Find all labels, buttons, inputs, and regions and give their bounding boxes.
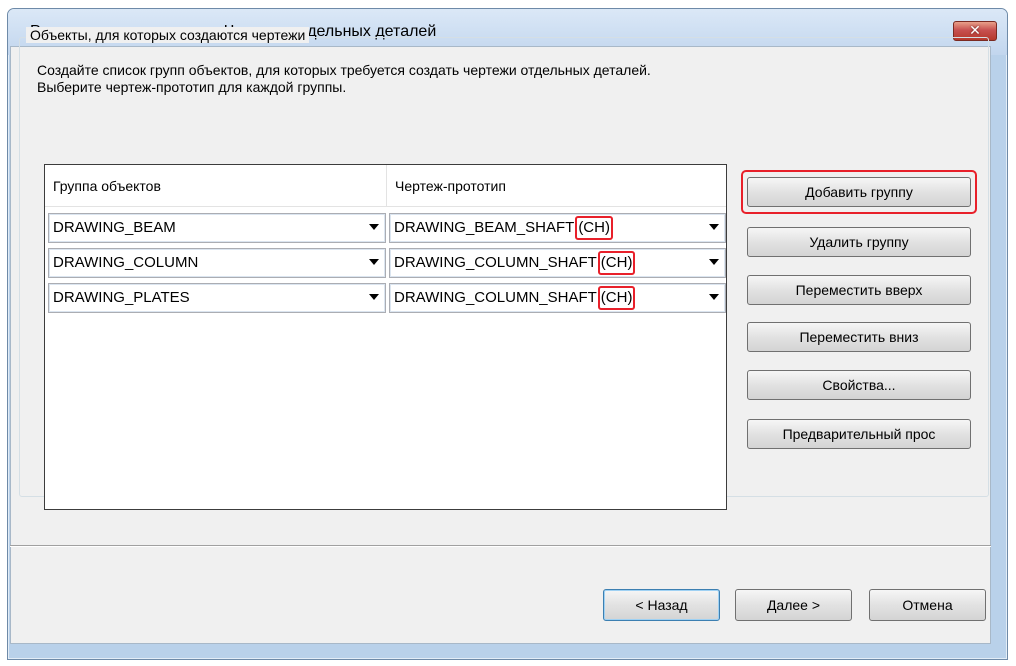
move-down-button[interactable]: Переместить вниз bbox=[747, 322, 971, 352]
grid-header: Группа объектов Чертеж-прототип bbox=[45, 165, 726, 207]
ch-suffix-highlight: (CH) bbox=[597, 286, 636, 310]
group-select[interactable]: DRAWING_PLATES bbox=[48, 283, 386, 313]
prototype-select[interactable]: DRAWING_COLUMN_SHAFT (CH) bbox=[389, 283, 726, 313]
description-line-2: Выберите чертеж-прототип для каждой груп… bbox=[37, 79, 347, 95]
move-up-button[interactable]: Переместить вверх bbox=[747, 275, 971, 305]
chevron-down-icon[interactable] bbox=[369, 224, 379, 230]
chevron-down-icon[interactable] bbox=[709, 259, 719, 265]
prototype-name: DRAWING_COLUMN_SHAFT bbox=[394, 289, 597, 306]
chevron-down-icon[interactable] bbox=[369, 294, 379, 300]
groups-grid: Группа объектов Чертеж-прототип DRAWING_… bbox=[44, 164, 727, 510]
prototype-name: DRAWING_COLUMN_SHAFT bbox=[394, 254, 597, 271]
chevron-down-icon[interactable] bbox=[369, 259, 379, 265]
chevron-down-icon[interactable] bbox=[709, 224, 719, 230]
prototype-select-value: DRAWING_COLUMN_SHAFT (CH) bbox=[394, 249, 636, 277]
close-icon: ✕ bbox=[969, 23, 981, 39]
prototype-name: DRAWING_BEAM_SHAFT bbox=[394, 219, 575, 236]
add-group-button[interactable]: Добавить группу bbox=[747, 177, 971, 207]
description-text: Создайте список групп объектов, для кото… bbox=[37, 62, 651, 96]
prototype-select[interactable]: DRAWING_BEAM_SHAFT (CH) bbox=[389, 213, 726, 243]
table-row: DRAWING_COLUMN DRAWING_COLUMN_SHAFT (CH) bbox=[45, 244, 726, 280]
table-row: DRAWING_BEAM DRAWING_BEAM_SHAFT (CH) bbox=[45, 209, 726, 245]
group-select-value: DRAWING_COLUMN bbox=[53, 254, 199, 271]
ch-suffix-highlight: (CH) bbox=[575, 216, 613, 240]
column-header-group[interactable]: Группа объектов bbox=[45, 165, 387, 207]
table-row: DRAWING_PLATES DRAWING_COLUMN_SHAFT (CH) bbox=[45, 279, 726, 315]
prototype-select-value: DRAWING_BEAM_SHAFT (CH) bbox=[394, 214, 613, 242]
footer-separator bbox=[10, 545, 991, 547]
preview-button[interactable]: Предварительный прос bbox=[747, 419, 971, 449]
group-select-value: DRAWING_PLATES bbox=[53, 289, 190, 306]
groupbox-legend: Объекты, для которых создаются чертежи bbox=[26, 27, 310, 43]
description-line-1: Создайте список групп объектов, для кото… bbox=[37, 62, 651, 78]
column-header-prototype[interactable]: Чертеж-прототип bbox=[387, 165, 727, 207]
cancel-button[interactable]: Отмена bbox=[869, 589, 986, 621]
prototype-select[interactable]: DRAWING_COLUMN_SHAFT (CH) bbox=[389, 248, 726, 278]
back-button[interactable]: < Назад bbox=[603, 589, 720, 621]
remove-group-button[interactable]: Удалить группу bbox=[747, 227, 971, 257]
prototype-select-value: DRAWING_COLUMN_SHAFT (CH) bbox=[394, 284, 636, 312]
ch-suffix-highlight: (CH) bbox=[597, 251, 636, 275]
group-select[interactable]: DRAWING_BEAM bbox=[48, 213, 386, 243]
properties-button[interactable]: Свойства... bbox=[747, 370, 971, 400]
group-select[interactable]: DRAWING_COLUMN bbox=[48, 248, 386, 278]
group-select-value: DRAWING_BEAM bbox=[53, 219, 176, 236]
next-button[interactable]: Далее > bbox=[735, 589, 852, 621]
chevron-down-icon[interactable] bbox=[709, 294, 719, 300]
